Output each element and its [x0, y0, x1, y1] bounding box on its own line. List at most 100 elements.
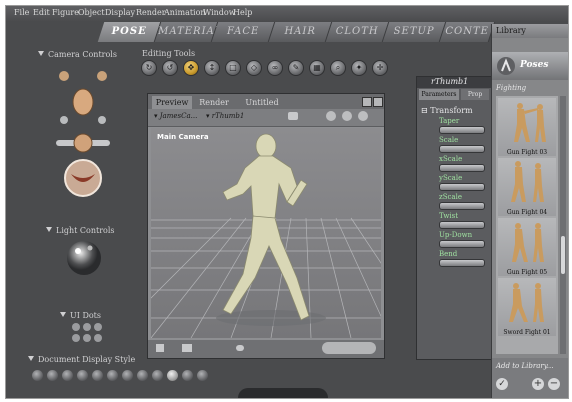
dial-taper[interactable]	[439, 126, 485, 134]
library-category-header[interactable]: Poses	[492, 52, 568, 80]
light-handle-2[interactable]	[87, 245, 93, 251]
morphing-icon[interactable]: ✦	[351, 60, 367, 76]
transform-section-header[interactable]: ⊟ Transform	[421, 106, 473, 115]
frame-dots-control[interactable]	[322, 342, 376, 354]
tab-parameters[interactable]: Parameters	[419, 89, 459, 100]
display-style-lit-wireframe-button[interactable]	[92, 370, 103, 381]
menu-object[interactable]: Object	[78, 8, 105, 17]
translate-icon[interactable]: ✥	[183, 60, 199, 76]
shadow-color-icon[interactable]	[236, 345, 244, 351]
display-style-texture-shaded-button[interactable]	[197, 370, 208, 381]
camera-head-icon[interactable]	[72, 88, 94, 116]
library-item-gun-fight-05[interactable]: Gun Fight 05	[498, 218, 556, 276]
tab-preview[interactable]: Preview	[152, 96, 192, 109]
actor-select[interactable]: ▾ rThumb1	[206, 112, 244, 120]
add-to-library-label[interactable]: Add to Library...	[496, 362, 553, 370]
translate-in-out-icon[interactable]: ↕	[204, 60, 220, 76]
tab-face[interactable]: FACE	[211, 22, 276, 42]
bottom-drawer-handle[interactable]	[238, 388, 328, 398]
grouping-icon[interactable]: ▦	[309, 60, 325, 76]
view-magnifier-icon[interactable]: ⌕	[330, 60, 346, 76]
light-controls-sphere[interactable]	[64, 238, 104, 278]
dial-xscale[interactable]	[439, 164, 485, 172]
tab-hair[interactable]: HAIR	[268, 22, 333, 42]
dial-scale[interactable]	[439, 145, 485, 153]
display-style-flat-lined-button[interactable]	[122, 370, 133, 381]
menu-figure[interactable]: Figure	[52, 8, 79, 17]
ui-dot[interactable]	[94, 334, 102, 342]
display-style-hidden-line-button[interactable]	[77, 370, 88, 381]
light-sphere[interactable]	[67, 241, 101, 275]
fly-around-icon[interactable]	[326, 111, 336, 121]
twist-icon[interactable]: ↺	[162, 60, 178, 76]
menu-render[interactable]: Render	[136, 8, 166, 17]
foreground-color-icon[interactable]	[156, 344, 164, 352]
tab-material[interactable]: MATERIAL	[154, 22, 222, 42]
3d-canvas[interactable]: Main Camera	[151, 128, 381, 338]
camera-rotate-icon[interactable]	[73, 133, 93, 153]
display-style-silhouette-button[interactable]	[32, 370, 43, 381]
library-scrollbar[interactable]	[560, 96, 566, 354]
chain-break-icon[interactable]: ∞	[267, 60, 283, 76]
background-color-icon[interactable]	[182, 344, 192, 352]
menu-window[interactable]: Window	[203, 8, 236, 17]
library-item-sword-fight-01[interactable]: Sword Fight 01	[498, 278, 556, 336]
menu-edit[interactable]: Edit	[33, 8, 50, 17]
tab-properties[interactable]: Prop	[461, 89, 489, 100]
remove-minus-icon[interactable]: −	[548, 378, 560, 390]
display-style-flat-shaded-button[interactable]	[107, 370, 118, 381]
add-plus-icon[interactable]: +	[532, 378, 544, 390]
apply-check-icon[interactable]: ✓	[496, 378, 508, 390]
color-icon[interactable]: ✎	[288, 60, 304, 76]
dial-twist[interactable]	[439, 221, 485, 229]
menu-file[interactable]: File	[14, 8, 29, 17]
display-style-cartoon-lines-button[interactable]	[152, 370, 163, 381]
library-item-gun-fight-03[interactable]: Gun Fight 03	[498, 98, 556, 156]
camera-menu-icon[interactable]	[288, 112, 298, 120]
tab-pose[interactable]: POSE	[97, 22, 162, 42]
display-style-outline-button[interactable]	[47, 370, 58, 381]
ui-dots-grid[interactable]	[71, 322, 103, 346]
camera-face-icon[interactable]	[59, 71, 69, 81]
menu-bar: File Edit Figure Object Display Render A…	[6, 6, 568, 21]
camera-hand-icon[interactable]	[97, 71, 107, 81]
taper-icon[interactable]: ◇	[246, 60, 262, 76]
dial-yscale[interactable]	[439, 183, 485, 191]
rotate-icon[interactable]: ↻	[141, 60, 157, 76]
ui-dot[interactable]	[94, 323, 102, 331]
pan-icon[interactable]	[342, 111, 352, 121]
ui-dot[interactable]	[72, 323, 80, 331]
tab-render[interactable]: Render	[196, 96, 232, 109]
figure-select[interactable]: ▾ JamesCa...	[154, 112, 197, 120]
camera-controls-widget[interactable]	[50, 62, 116, 200]
dial-up-down[interactable]	[439, 240, 485, 248]
camera-right-hand-icon[interactable]	[98, 116, 106, 124]
display-style-cartoon-button[interactable]	[137, 370, 148, 381]
ui-dot[interactable]	[83, 323, 91, 331]
library-scrollbar-thumb[interactable]	[561, 236, 565, 274]
scale-icon[interactable]: □	[225, 60, 241, 76]
dial-zscale[interactable]	[439, 202, 485, 210]
ui-dot[interactable]	[72, 334, 80, 342]
menu-display[interactable]: Display	[105, 8, 135, 17]
tab-setup[interactable]: SETUP	[382, 22, 447, 42]
document-close-button[interactable]	[373, 97, 383, 107]
tab-cloth[interactable]: CLOTH	[325, 22, 390, 42]
dial-bend[interactable]	[439, 259, 485, 267]
library-subcategory[interactable]: Fighting	[492, 84, 560, 94]
display-style-smooth-lined-button[interactable]	[182, 370, 193, 381]
library-item-gun-fight-04[interactable]: Gun Fight 04	[498, 158, 556, 216]
menu-animation[interactable]: Animation	[164, 8, 206, 17]
camera-left-hand-icon[interactable]	[60, 116, 68, 124]
figure-torso[interactable]	[222, 155, 298, 221]
ui-dot[interactable]	[83, 334, 91, 342]
display-style-smooth-shaded-button[interactable]	[167, 370, 178, 381]
tab-content[interactable]: CONTE	[439, 22, 496, 42]
figure-head[interactable]	[255, 133, 277, 159]
menu-help[interactable]: Help	[233, 8, 252, 17]
zoom-icon[interactable]	[358, 111, 368, 121]
direct-manipulation-icon[interactable]: ✛	[372, 60, 388, 76]
document-minimize-button[interactable]	[362, 97, 372, 107]
display-style-wireframe-button[interactable]	[62, 370, 73, 381]
light-handle-1[interactable]	[75, 248, 81, 254]
